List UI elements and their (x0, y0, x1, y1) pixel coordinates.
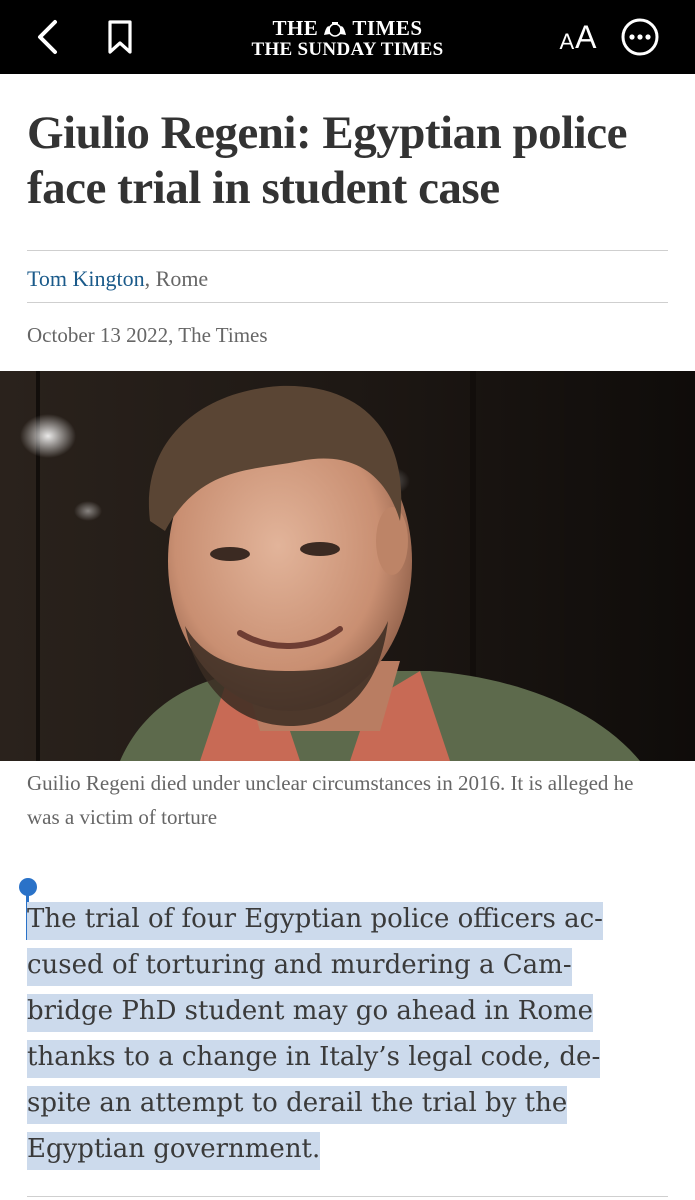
more-options-icon (621, 18, 659, 56)
back-chevron-icon (38, 20, 57, 54)
royal-crest-icon (324, 21, 347, 37)
article-headline: Giulio Regeni: Egyptian police face tria… (27, 107, 627, 214)
byline: Tom Kington, Rome (27, 264, 208, 294)
bookmark-button[interactable] (98, 0, 142, 74)
bookmark-icon (108, 20, 132, 54)
more-options-button[interactable] (618, 0, 662, 74)
back-button[interactable] (28, 0, 68, 74)
article-dateline: October 13 2022, The Times (27, 323, 268, 347)
author-link[interactable]: Tom Kington (27, 266, 145, 291)
article-photo[interactable] (0, 371, 695, 761)
byline-top-divider (27, 250, 668, 251)
article-body-paragraph[interactable]: The trial of four Egyptian police office… (27, 896, 627, 1172)
photo-caption: Guilio Regeni died under unclear circums… (27, 771, 634, 829)
text-size-large-a: A (575, 18, 597, 55)
selected-text: The trial of four Egyptian police office… (27, 902, 603, 1170)
publication-logo: THE TIMES THE SUNDAY TIMES (240, 16, 455, 60)
top-nav-bar: THE TIMES THE SUNDAY TIMES A A (0, 0, 695, 74)
portrait-image (0, 371, 695, 761)
text-size-button[interactable]: A A (548, 0, 608, 74)
logo-times: TIMES (352, 16, 423, 40)
byline-bottom-divider (27, 302, 668, 303)
page-bottom-divider (27, 1196, 668, 1197)
logo-the: THE (272, 16, 319, 40)
logo-sunday-times: THE SUNDAY TIMES (251, 39, 444, 60)
text-size-small-a: A (559, 29, 575, 54)
byline-location: , Rome (144, 266, 209, 291)
